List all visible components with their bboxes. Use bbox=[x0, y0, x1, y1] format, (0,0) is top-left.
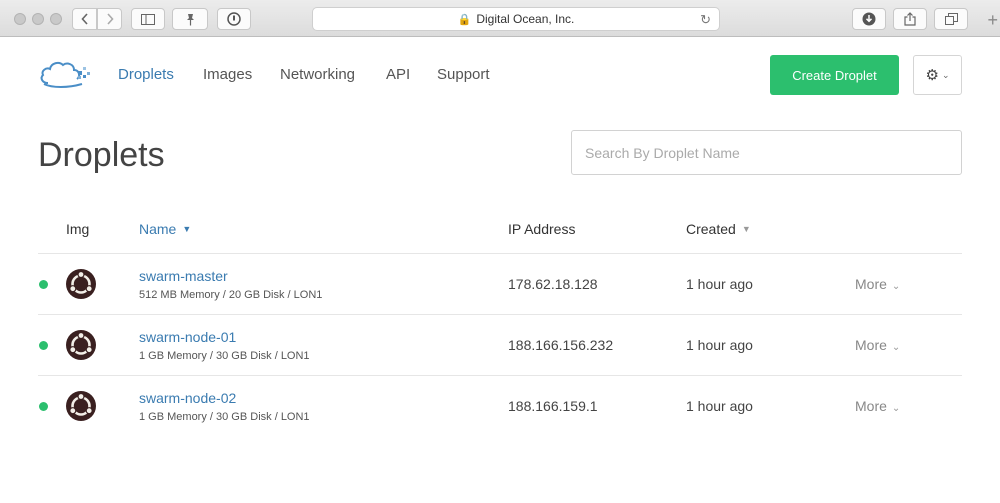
chevron-down-icon: ⌄ bbox=[941, 69, 950, 80]
new-tab-plus-icon[interactable]: + bbox=[987, 10, 998, 31]
column-header-created[interactable]: Created ▼ bbox=[686, 221, 751, 237]
ubuntu-icon bbox=[66, 391, 96, 421]
droplet-created: 1 hour ago bbox=[686, 276, 753, 292]
share-icon bbox=[904, 12, 916, 26]
table-row: swarm-node-02 1 GB Memory / 30 GB Disk /… bbox=[0, 376, 1000, 437]
back-button[interactable] bbox=[72, 8, 97, 30]
column-header-name-label: Name bbox=[139, 221, 177, 237]
droplet-search-input[interactable] bbox=[571, 130, 962, 175]
droplet-spec: 1 GB Memory / 30 GB Disk / LON1 bbox=[139, 350, 310, 362]
droplet-name-link[interactable]: swarm-node-01 bbox=[139, 329, 236, 345]
pin-icon bbox=[187, 13, 194, 25]
tabs-overview-button[interactable] bbox=[934, 8, 968, 30]
more-label: More bbox=[855, 276, 887, 292]
more-label: More bbox=[855, 398, 887, 414]
minimize-window-button[interactable] bbox=[32, 13, 44, 25]
fullscreen-window-button[interactable] bbox=[50, 13, 62, 25]
downloads-button[interactable] bbox=[852, 8, 886, 30]
column-header-ip: IP Address bbox=[508, 221, 576, 237]
chevron-down-icon: ⌄ bbox=[891, 342, 901, 353]
droplet-created: 1 hour ago bbox=[686, 398, 753, 414]
status-active-dot bbox=[39, 280, 48, 289]
column-header-img: Img bbox=[66, 221, 90, 237]
lock-icon: 🔒 bbox=[457, 13, 472, 26]
droplet-ip: 188.166.159.1 bbox=[508, 398, 598, 414]
address-bar[interactable]: 🔒 Digital Ocean, Inc. ↻ bbox=[312, 7, 720, 31]
close-window-button[interactable] bbox=[14, 13, 26, 25]
droplet-ip: 178.62.18.128 bbox=[508, 276, 598, 292]
settings-menu-button[interactable]: ⚙ ⌄ bbox=[913, 55, 962, 95]
pin-button[interactable] bbox=[172, 8, 208, 30]
browser-toolbar: 🔒 Digital Ocean, Inc. ↻ + bbox=[0, 0, 1000, 37]
nav-api[interactable]: API bbox=[386, 66, 410, 83]
chevron-left-icon bbox=[80, 13, 88, 25]
nav-support[interactable]: Support bbox=[437, 66, 490, 83]
more-menu-button[interactable]: More ⌄ bbox=[855, 337, 900, 353]
more-menu-button[interactable]: More ⌄ bbox=[855, 398, 900, 414]
nav-droplets[interactable]: Droplets bbox=[118, 66, 174, 83]
column-header-name[interactable]: Name ▼ bbox=[139, 221, 191, 237]
digitalocean-logo[interactable] bbox=[38, 57, 92, 93]
chevron-down-icon: ⌄ bbox=[891, 403, 901, 414]
nav-networking[interactable]: Networking bbox=[280, 66, 355, 83]
nav-images[interactable]: Images bbox=[203, 66, 252, 83]
droplet-ip: 188.166.156.232 bbox=[508, 337, 614, 353]
droplet-name-link[interactable]: swarm-master bbox=[139, 268, 228, 284]
sidebar-button[interactable] bbox=[131, 8, 165, 30]
password-button[interactable] bbox=[217, 8, 251, 30]
sidebar-icon bbox=[141, 13, 155, 25]
key-circle-icon bbox=[227, 12, 241, 26]
ubuntu-icon bbox=[66, 330, 96, 360]
create-droplet-button[interactable]: Create Droplet bbox=[770, 55, 899, 95]
table-row: swarm-node-01 1 GB Memory / 30 GB Disk /… bbox=[0, 315, 1000, 376]
chevron-down-icon: ⌄ bbox=[891, 281, 901, 292]
more-menu-button[interactable]: More ⌄ bbox=[855, 276, 900, 292]
droplet-name-link[interactable]: swarm-node-02 bbox=[139, 390, 236, 406]
forward-button[interactable] bbox=[97, 8, 122, 30]
more-label: More bbox=[855, 337, 887, 353]
droplet-spec: 512 MB Memory / 20 GB Disk / LON1 bbox=[139, 289, 323, 301]
reload-icon[interactable]: ↻ bbox=[700, 12, 711, 28]
ubuntu-icon bbox=[66, 269, 96, 299]
droplet-created: 1 hour ago bbox=[686, 337, 753, 353]
sort-caret-icon: ▼ bbox=[741, 224, 751, 234]
droplet-spec: 1 GB Memory / 30 GB Disk / LON1 bbox=[139, 411, 310, 423]
gear-icon: ⚙ bbox=[925, 67, 939, 84]
chevron-right-icon bbox=[106, 13, 114, 25]
sort-caret-icon: ▼ bbox=[182, 224, 192, 234]
table-row: swarm-master 512 MB Memory / 20 GB Disk … bbox=[0, 254, 1000, 315]
page-title: Droplets bbox=[38, 136, 165, 174]
download-icon bbox=[862, 12, 876, 26]
status-active-dot bbox=[39, 402, 48, 411]
status-active-dot bbox=[39, 341, 48, 350]
tabs-icon bbox=[944, 13, 958, 25]
share-button[interactable] bbox=[893, 8, 927, 30]
column-header-created-label: Created bbox=[686, 221, 736, 237]
address-text: Digital Ocean, Inc. bbox=[476, 12, 575, 26]
